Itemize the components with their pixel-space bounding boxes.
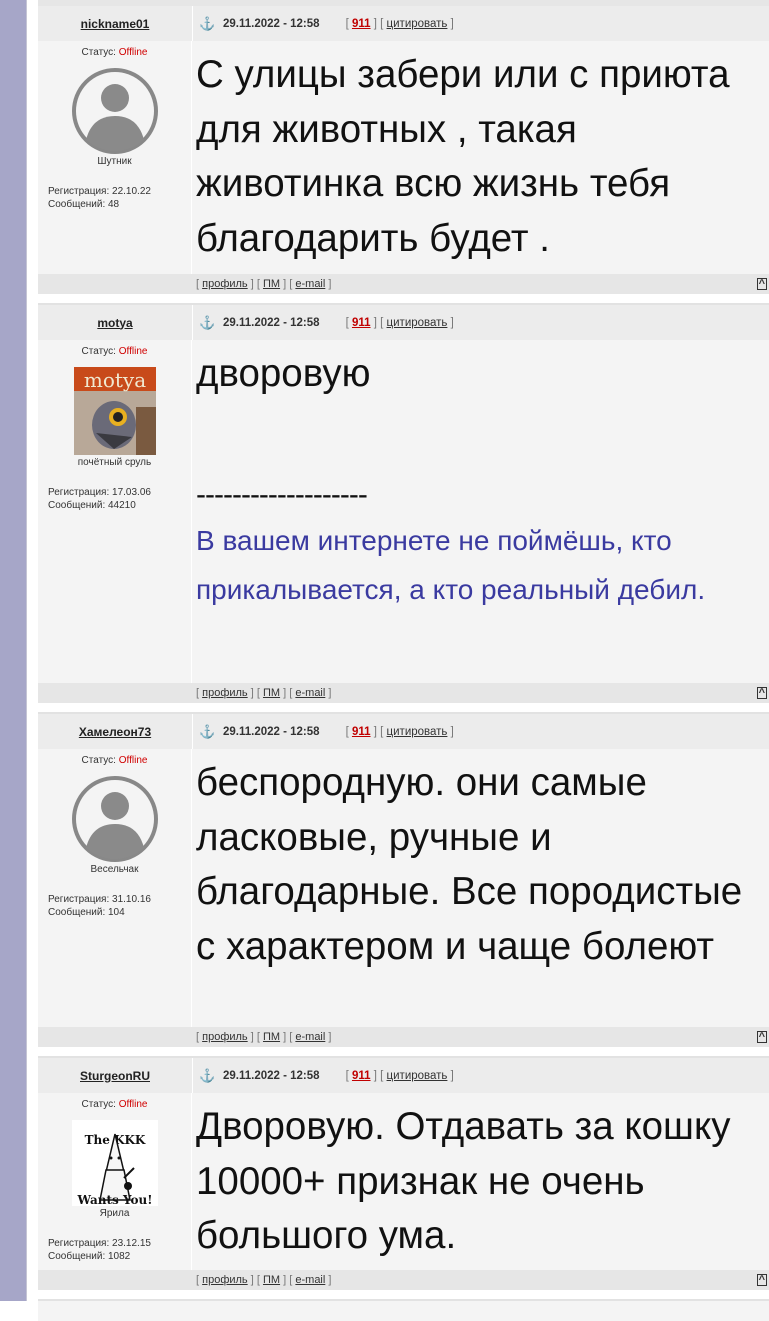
avatar [71,68,158,154]
author-rank: Ярила [99,1208,130,1219]
anchor-icon[interactable]: ⚓ [199,315,215,331]
post-partial [38,1301,769,1321]
author-status: Статус: Offline [81,346,148,357]
post: nickname01 ⚓ 29.11.2022 - 12:58 [ 911 ] … [38,6,769,294]
email-link[interactable]: e-mail [295,687,325,699]
author-status: Статус: Offline [81,47,148,58]
post-body: Статус: Offline Шутник Регистрация: 22.1… [38,41,769,274]
pm-link[interactable]: ПМ [263,1274,280,1286]
email-link[interactable]: e-mail [295,1031,325,1043]
post-date: 29.11.2022 - 12:58 [223,17,320,30]
profile-link[interactable]: профиль [202,1274,248,1286]
anchor-icon[interactable]: ⚓ [199,724,215,740]
anchor-icon[interactable]: ⚓ [199,1068,215,1084]
avatar-text-bottom: Wants You! [76,1193,152,1206]
left-sidebar-bar [0,0,26,1301]
pm-link[interactable]: ПМ [263,1031,280,1043]
message-text: дворовую [196,352,371,395]
post-meta: [ 911 ] [ цитировать ] [345,17,454,30]
post-footer: [ профиль ] [ ПМ ] [ e-mail ] ^ [38,1027,769,1047]
post-meta: [ 911 ] [ цитировать ] [345,316,454,329]
message-text: Дворовую. Отдавать за кошку 10000+ призн… [196,1105,731,1257]
post-meta: [ 911 ] [ цитировать ] [345,1069,454,1082]
post-header: Хамелеон73 ⚓ 29.11.2022 - 12:58 [ 911 ] … [38,714,769,749]
post-date: 29.11.2022 - 12:58 [223,316,320,329]
post-number-link[interactable]: 911 [352,726,371,738]
post-number-link[interactable]: 911 [352,18,371,30]
author-panel: Статус: Offline The KKK Wants You! Ярила… [38,1093,192,1270]
email-link[interactable]: e-mail [295,1274,325,1286]
post-date: 29.11.2022 - 12:58 [223,1069,320,1082]
post-message: С улицы забери или с приюта для животных… [192,41,769,274]
scroll-up-button[interactable]: ^ [756,278,767,290]
author-nick[interactable]: nickname01 [81,17,150,31]
avatar [71,776,158,862]
author-registration: Регистрация: 22.10.22 Сообщений: 48 [48,186,151,210]
avatar: motya [73,367,156,455]
profile-link[interactable]: профиль [202,278,248,290]
author-panel: Статус: Offline Весельчак Регистрация: 3… [38,749,192,1027]
email-link[interactable]: e-mail [295,278,325,290]
post-header: nickname01 ⚓ 29.11.2022 - 12:58 [ 911 ] … [38,6,769,41]
post-body: Статус: Offline Весельчак Регистрация: 3… [38,749,769,1027]
anchor-icon[interactable]: ⚓ [199,16,215,32]
author-nick[interactable]: motya [97,316,132,330]
message-text: беспородную. они самые ласковые, ручные … [196,761,743,968]
post-message: беспородную. они самые ласковые, ручные … [192,749,769,1027]
quote-link[interactable]: цитировать [387,18,448,30]
post-footer: [ профиль ] [ ПМ ] [ e-mail ] ^ [38,274,769,294]
post-message: дворовую ------------------- В вашем инт… [192,340,769,683]
post-header: motya ⚓ 29.11.2022 - 12:58 [ 911 ] [ цит… [38,305,769,340]
author-rank: Весельчак [90,864,139,875]
author-status: Статус: Offline [81,755,148,766]
avatar: The KKK Wants You! [71,1120,158,1207]
pm-link[interactable]: ПМ [263,278,280,290]
quote-link[interactable]: цитировать [387,317,448,329]
quote-link[interactable]: цитировать [387,1070,448,1082]
scroll-up-button[interactable]: ^ [756,1274,767,1286]
author-nick[interactable]: SturgeonRU [80,1069,150,1083]
profile-link[interactable]: профиль [202,1031,248,1043]
scroll-up-button[interactable]: ^ [756,1031,767,1043]
avatar-text: motya [83,368,145,392]
author-registration: Регистрация: 17.03.06 Сообщений: 44210 [48,487,151,511]
post: SturgeonRU ⚓ 29.11.2022 - 12:58 [ 911 ] … [38,1058,769,1290]
message-text: С улицы забери или с приюта для животных… [196,53,730,260]
post: Хамелеон73 ⚓ 29.11.2022 - 12:58 [ 911 ] … [38,714,769,1047]
post-separator [38,1290,769,1301]
signature-divider: ------------------- [196,477,368,511]
scroll-up-button[interactable]: ^ [756,687,767,699]
author-registration: Регистрация: 31.10.16 Сообщений: 104 [48,894,151,918]
signature-text: В вашем интернете не поймёшь, кто прикал… [196,524,706,605]
post-footer: [ профиль ] [ ПМ ] [ e-mail ] ^ [38,1270,769,1290]
thread-content: nickname01 ⚓ 29.11.2022 - 12:58 [ 911 ] … [38,0,769,1321]
post: motya ⚓ 29.11.2022 - 12:58 [ 911 ] [ цит… [38,305,769,703]
author-panel: Статус: Offline Шутник Регистрация: 22.1… [38,41,192,274]
post-body: Статус: Offline motya почётный сруль Рег… [38,340,769,683]
post-meta: [ 911 ] [ цитировать ] [345,725,454,738]
post-body: Статус: Offline The KKK Wants You! Ярила… [38,1093,769,1270]
post-number-link[interactable]: 911 [352,1070,371,1082]
post-date: 29.11.2022 - 12:58 [223,725,320,738]
left-sidebar-edge [26,0,27,1301]
author-rank: почётный сруль [77,457,152,468]
post-separator [38,1047,769,1058]
author-nick[interactable]: Хамелеон73 [79,725,151,739]
author-rank: Шутник [97,156,132,167]
post-separator [38,703,769,714]
post-message: Дворовую. Отдавать за кошку 10000+ призн… [192,1093,769,1270]
author-registration: Регистрация: 23.12.15 Сообщений: 1082 [48,1238,151,1262]
pm-link[interactable]: ПМ [263,687,280,699]
post-number-link[interactable]: 911 [352,317,371,329]
author-panel: Статус: Offline motya почётный сруль Рег… [38,340,192,683]
post-footer: [ профиль ] [ ПМ ] [ e-mail ] ^ [38,683,769,703]
post-separator [38,294,769,305]
author-status: Статус: Offline [81,1099,148,1110]
post-header: SturgeonRU ⚓ 29.11.2022 - 12:58 [ 911 ] … [38,1058,769,1093]
quote-link[interactable]: цитировать [387,726,448,738]
profile-link[interactable]: профиль [202,687,248,699]
